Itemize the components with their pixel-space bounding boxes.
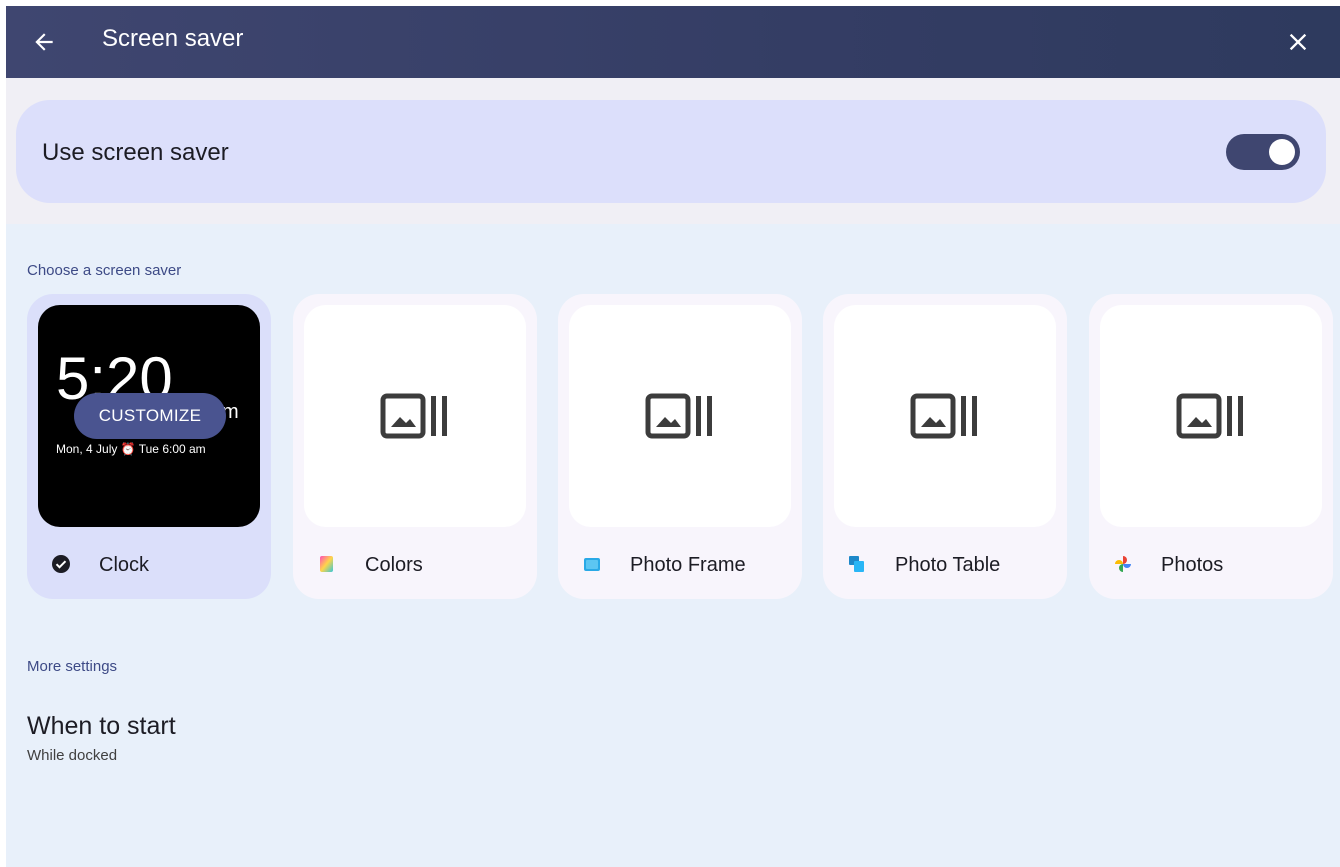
option-label: Clock <box>99 554 150 576</box>
app-bar: Screen saver <box>6 6 1340 78</box>
back-button[interactable] <box>24 22 64 62</box>
photo-table-app-icon <box>849 556 864 572</box>
screen-saver-settings: Screen saver Use screen saver Choose a s… <box>6 6 1340 867</box>
option-label: Photo Frame <box>630 554 746 576</box>
image-placeholder-icon <box>1176 393 1243 439</box>
screen-saver-option-colors[interactable]: Colors <box>293 294 537 599</box>
clock-preview: 5:20 m Mon, 4 July ⏰ Tue 6:00 am CUSTOMI… <box>38 305 260 527</box>
check-circle-icon <box>52 555 70 573</box>
colors-preview <box>304 305 526 527</box>
arrow-left-icon <box>35 33 53 51</box>
option-label: Colors <box>365 554 423 576</box>
close-icon <box>1289 33 1307 51</box>
choose-screen-saver-header: Choose a screen saver <box>27 262 182 279</box>
photo-table-preview <box>834 305 1056 527</box>
image-placeholder-icon <box>645 393 712 439</box>
clock-preview-date: Mon, 4 July ⏰ Tue 6:00 am <box>56 442 206 456</box>
screen-saver-option-photo-frame[interactable]: Photo Frame <box>558 294 802 599</box>
option-label: Photo Table <box>895 554 1001 576</box>
use-screen-saver-label: Use screen saver <box>42 139 229 166</box>
option-footer: Photo Frame <box>558 540 802 588</box>
customize-button[interactable]: CUSTOMIZE <box>74 393 226 439</box>
image-placeholder-icon <box>910 393 977 439</box>
photo-frame-preview <box>569 305 791 527</box>
photo-frame-app-icon <box>584 558 600 571</box>
when-to-start-summary: While docked <box>27 747 118 764</box>
close-button[interactable] <box>1276 20 1320 64</box>
option-footer: Clock <box>27 540 271 588</box>
colors-app-icon <box>320 556 333 572</box>
image-placeholder-icon <box>380 393 447 439</box>
more-settings-header: More settings <box>27 658 118 675</box>
option-footer: Colors <box>293 540 537 588</box>
switch-knob <box>1269 139 1295 165</box>
option-label: Photos <box>1161 554 1224 576</box>
screen-saver-option-photo-table[interactable]: Photo Table <box>823 294 1067 599</box>
option-footer: Photo Table <box>823 540 1067 588</box>
when-to-start-item[interactable]: When to start While docked <box>27 712 627 782</box>
photos-preview <box>1100 305 1322 527</box>
screen-saver-option-photos[interactable]: Photos <box>1089 294 1333 599</box>
option-footer: Photos <box>1089 540 1333 588</box>
screen-saver-option-clock[interactable]: 5:20 m Mon, 4 July ⏰ Tue 6:00 am CUSTOMI… <box>27 294 271 599</box>
use-screen-saver-row[interactable]: Use screen saver <box>16 100 1326 203</box>
when-to-start-title: When to start <box>27 712 176 740</box>
google-photos-icon <box>1115 556 1131 572</box>
main-switch-section: Use screen saver <box>6 78 1340 224</box>
page-title: Screen saver <box>102 25 244 52</box>
use-screen-saver-switch[interactable] <box>1226 134 1300 170</box>
